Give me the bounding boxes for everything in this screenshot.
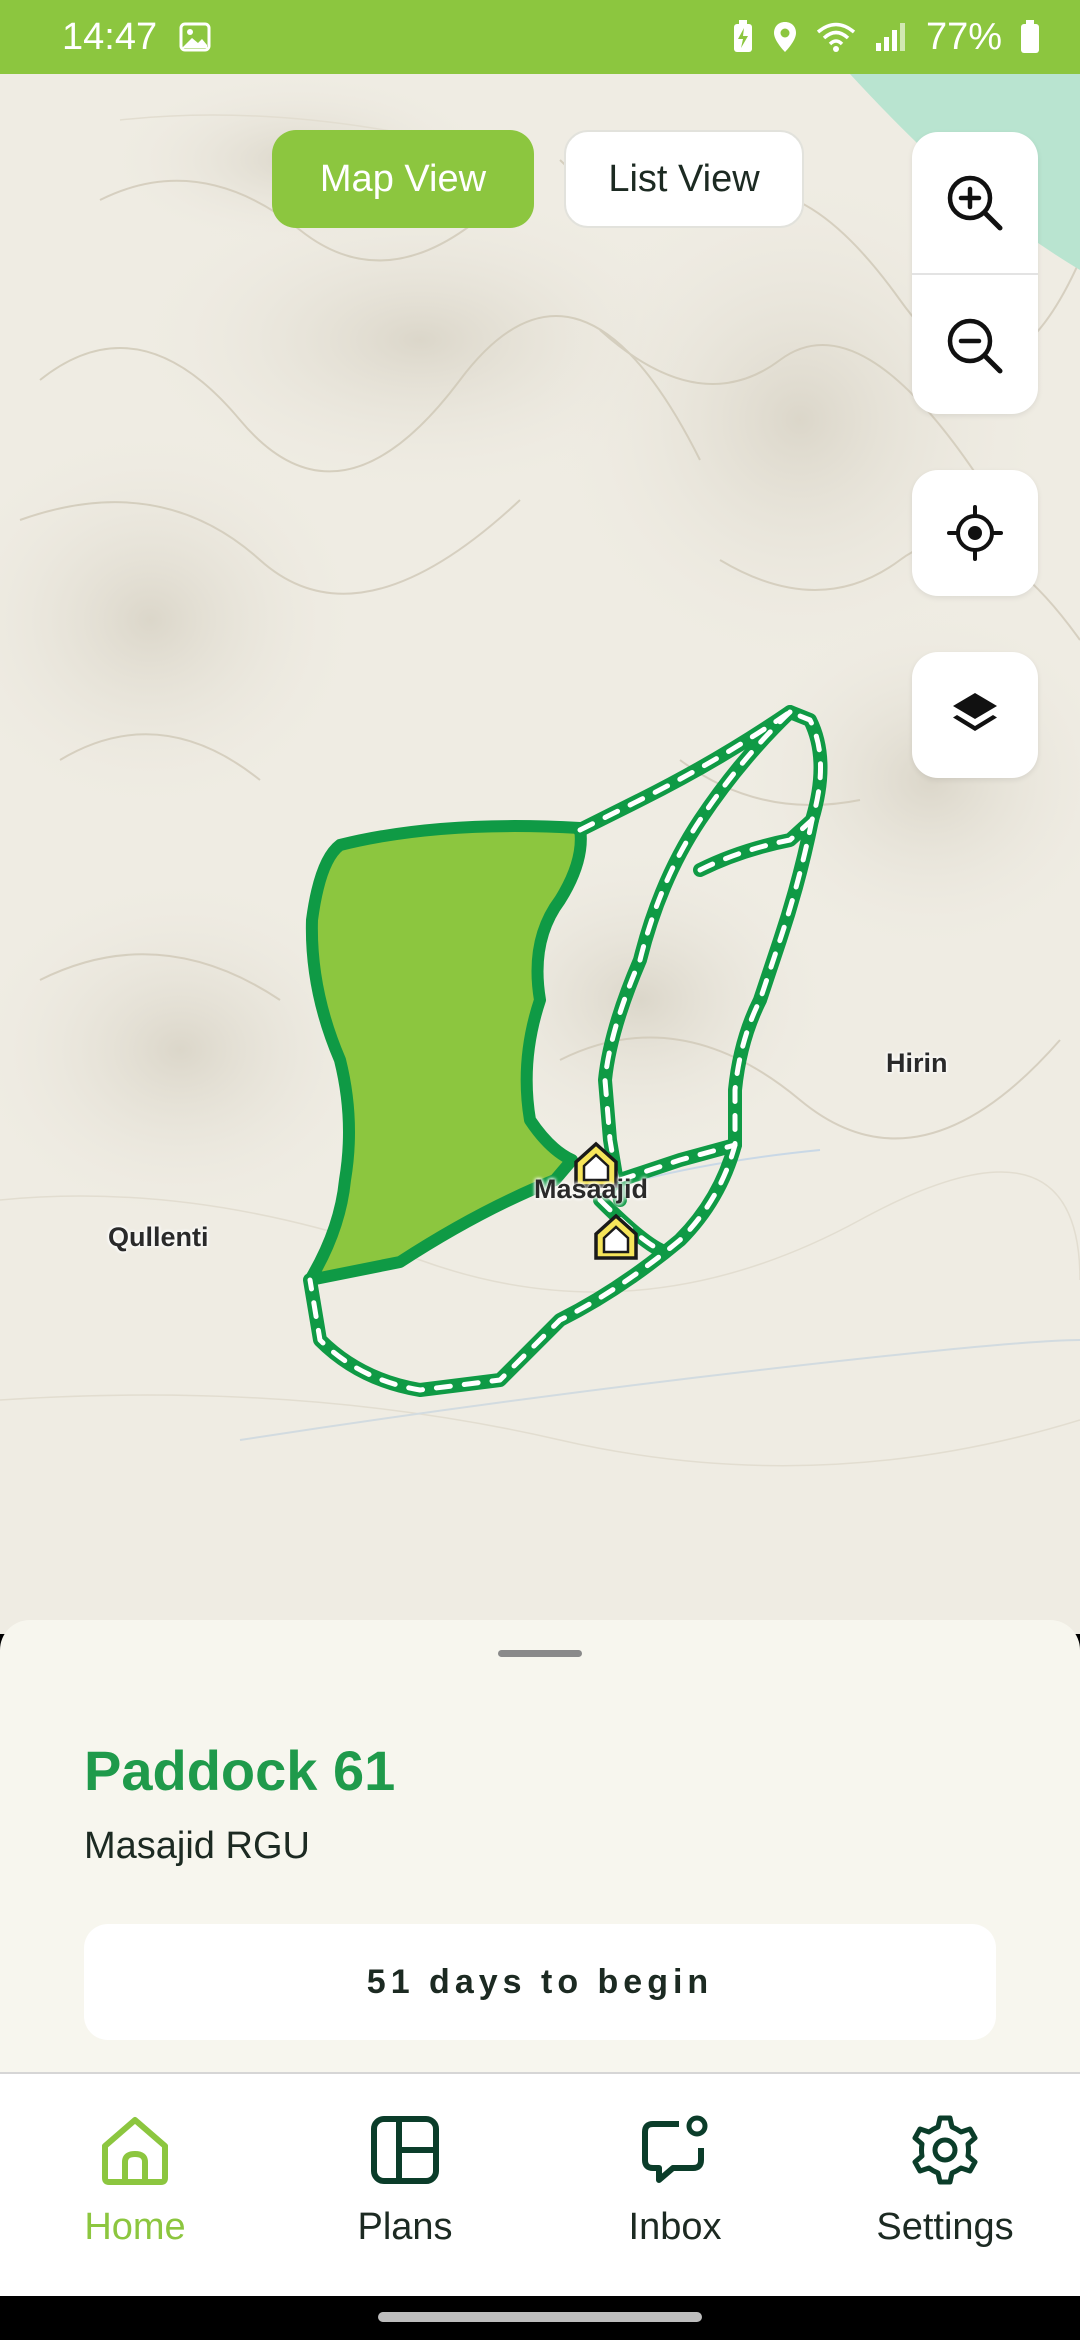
bottom-navigation: Home Plans Inbox Settings	[0, 2072, 1080, 2296]
plan-status-card[interactable]: 51 days to begin	[84, 1924, 996, 2040]
zoom-out-icon	[947, 318, 1003, 373]
nav-label-plans: Plans	[357, 2206, 453, 2248]
locate-button[interactable]	[912, 470, 1038, 596]
place-label-hirin: Hirin	[886, 1048, 948, 1078]
zoom-in-icon	[947, 175, 1003, 230]
nav-item-home[interactable]: Home	[0, 2074, 270, 2296]
map-view-button[interactable]: Map View	[272, 130, 534, 228]
plans-icon	[371, 2116, 439, 2184]
place-label-masaajid: Masaajid	[534, 1174, 649, 1204]
battery-icon	[1020, 20, 1040, 54]
nav-item-inbox[interactable]: Inbox	[540, 2074, 810, 2296]
paddock-details-sheet: Paddock 61 Masajid RGU 51 days to begin	[0, 1620, 1080, 2072]
battery-percentage: 77%	[925, 15, 1002, 58]
gallery-icon	[179, 22, 211, 52]
inbox-icon	[642, 2115, 708, 2183]
home-icon	[102, 2117, 168, 2185]
wifi-icon	[816, 21, 856, 53]
status-bar: 14:47 77%	[0, 0, 1080, 74]
paddock-title: Paddock 61	[84, 1739, 396, 1802]
nav-item-settings[interactable]: Settings	[810, 2074, 1080, 2296]
layers-button[interactable]	[912, 652, 1038, 778]
view-toggle: Map View List View	[272, 130, 804, 228]
zoom-in-button[interactable]	[912, 132, 1038, 273]
system-gesture-area	[0, 2296, 1080, 2340]
nav-label-inbox: Inbox	[628, 2206, 722, 2248]
sheet-drag-handle[interactable]	[498, 1650, 582, 1657]
place-label-qullenti: Qullenti	[108, 1222, 209, 1252]
gear-icon	[912, 2115, 978, 2185]
status-time: 14:47	[62, 15, 158, 58]
gesture-handle[interactable]	[378, 2312, 702, 2322]
nav-label-home: Home	[84, 2206, 186, 2248]
nav-label-settings: Settings	[876, 2206, 1014, 2248]
layers-icon	[953, 693, 997, 731]
paddock-subtitle: Masajid RGU	[84, 1825, 310, 1867]
location-icon	[772, 20, 798, 54]
nav-item-plans[interactable]: Plans	[270, 2074, 540, 2296]
list-view-button[interactable]: List View	[564, 130, 804, 228]
zoom-out-button[interactable]	[912, 275, 1038, 414]
locate-icon	[947, 505, 1003, 561]
status-left: 14:47	[62, 16, 211, 59]
battery-saver-icon	[732, 20, 754, 54]
signal-icon	[874, 21, 908, 53]
status-right: 77%	[732, 16, 1040, 59]
zoom-controls	[912, 132, 1038, 414]
